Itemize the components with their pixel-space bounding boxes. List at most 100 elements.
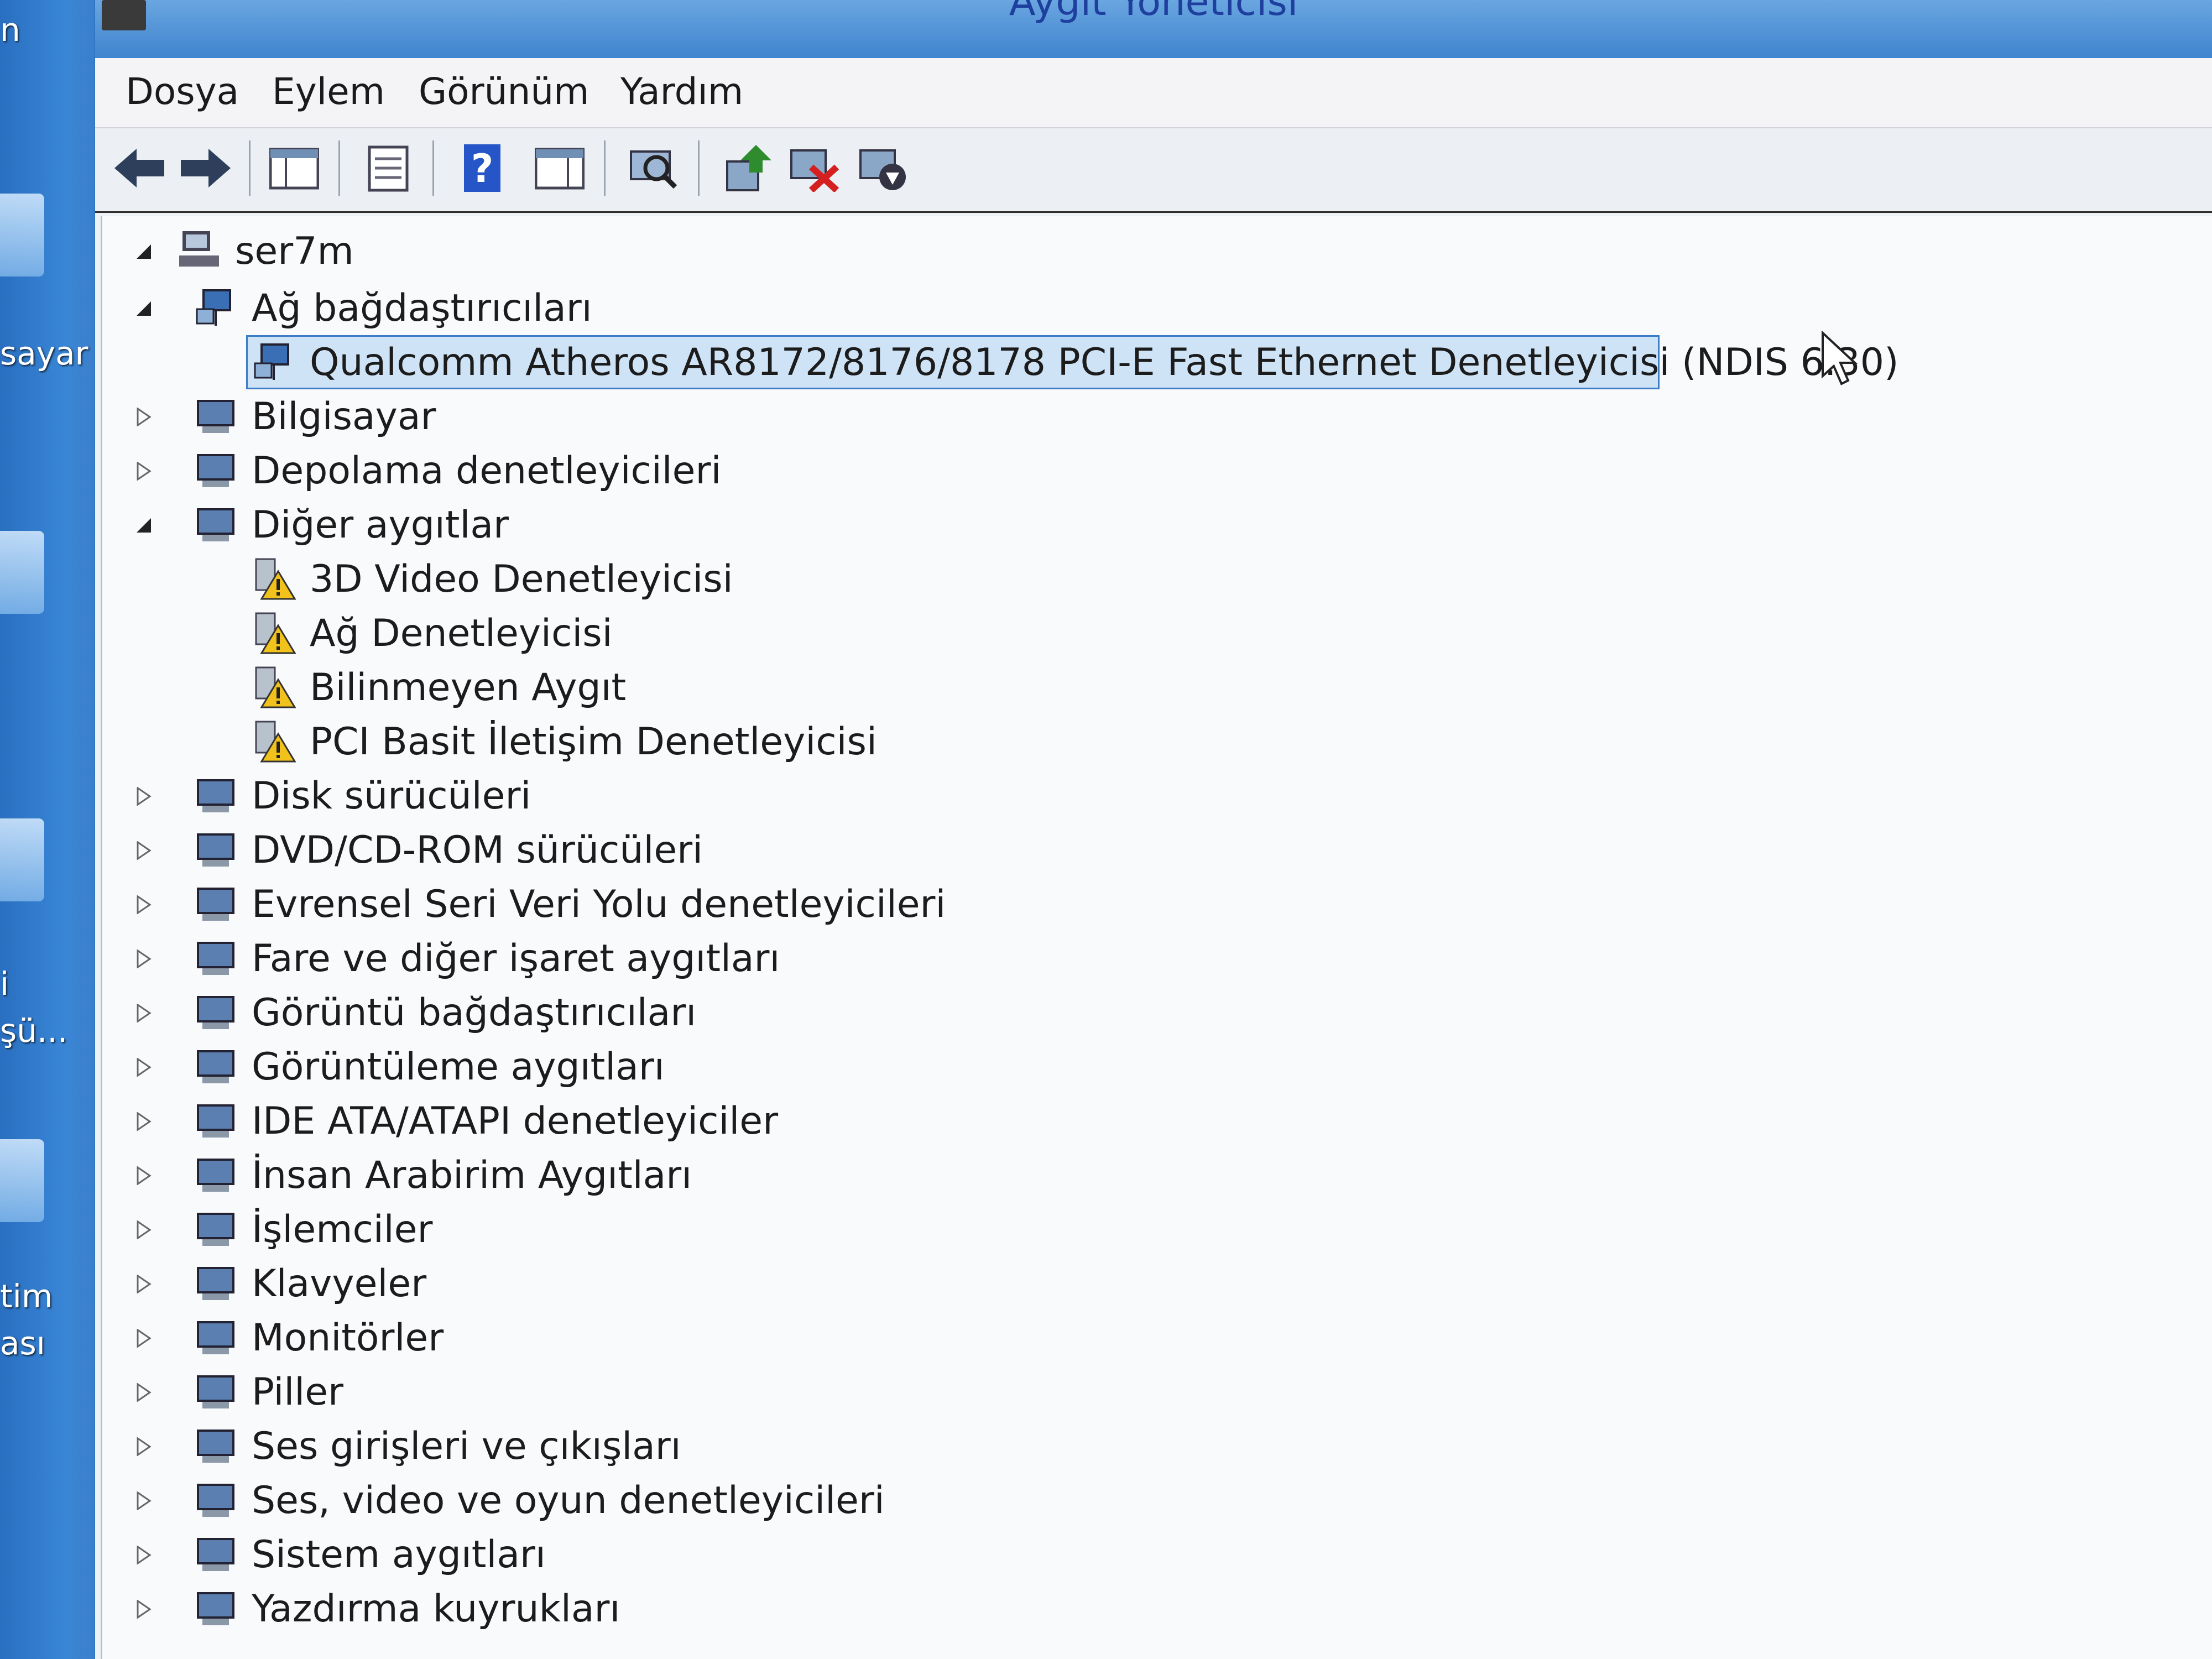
desktop-label-5[interactable]: tim: [0, 1277, 53, 1315]
warning-device-icon: [252, 610, 296, 654]
properties-icon[interactable]: [361, 140, 416, 196]
toolbar: ?: [95, 128, 2212, 213]
menu-yardim[interactable]: Yardım: [620, 70, 743, 113]
tree-node-label[interactable]: Evrensel Seri Veri Yolu denetleyicileri: [252, 883, 946, 926]
keyboard-icon: [194, 1260, 238, 1305]
tree-node-label[interactable]: İnsan Arabirim Aygıtları: [252, 1154, 692, 1197]
expand-arrow-icon[interactable]: [133, 460, 155, 482]
update-driver-icon[interactable]: [720, 140, 775, 196]
expand-arrow-icon[interactable]: [133, 1165, 155, 1187]
usb-icon: [194, 881, 238, 925]
tree-node-label[interactable]: Sistem aygıtları: [252, 1533, 546, 1577]
dvd-drive-icon: [194, 827, 238, 871]
tree-node-label[interactable]: Fare ve diğer işaret aygıtları: [252, 937, 780, 980]
toolbar-separator: [698, 140, 700, 196]
expand-arrow-icon[interactable]: [133, 1544, 155, 1566]
expand-arrow-icon[interactable]: [133, 1381, 155, 1404]
hid-icon: [194, 1152, 238, 1196]
selected-device-label[interactable]: Qualcomm Atheros AR8172/8176/8178 PCI-E …: [310, 341, 1899, 384]
computer-icon: [194, 393, 238, 437]
tree-node-label[interactable]: Disk sürücüleri: [252, 774, 531, 818]
desktop-network-icon[interactable]: [0, 531, 44, 614]
expand-arrow-icon[interactable]: [133, 1436, 155, 1458]
tree-node-label[interactable]: Görüntüleme aygıtları: [252, 1045, 665, 1089]
uninstall-device-icon[interactable]: [786, 140, 842, 196]
expand-arrow-icon[interactable]: [133, 1327, 155, 1349]
tree-node-label[interactable]: Diğer aygıtlar: [252, 503, 509, 547]
forward-icon[interactable]: [178, 140, 233, 196]
tree-node-label[interactable]: İşlemciler: [252, 1208, 432, 1251]
toolbar-separator: [604, 140, 606, 196]
speaker-icon: [194, 1423, 238, 1467]
toolbar-separator: [249, 140, 251, 196]
tree-node-label[interactable]: Ağ Denetleyicisi: [310, 612, 613, 655]
expand-arrow-icon[interactable]: [133, 948, 155, 970]
expand-arrow-icon[interactable]: [133, 1490, 155, 1512]
mouse-icon: [194, 935, 238, 979]
desktop-label-2[interactable]: sayar: [0, 335, 88, 372]
desktop-label-1[interactable]: n: [0, 11, 20, 49]
device-tree: ser7m Ağ bağdaştırıcıları Qualcomm Athero…: [101, 216, 2212, 1659]
collapse-arrow-icon[interactable]: [133, 298, 155, 320]
tree-node-label[interactable]: Klavyeler: [252, 1262, 426, 1306]
display-adapter-icon: [194, 989, 238, 1034]
tree-node-label[interactable]: Piller: [252, 1370, 343, 1414]
warning-device-icon: [252, 664, 296, 708]
menu-gorunum[interactable]: Görünüm: [419, 70, 589, 113]
desktop-label-3[interactable]: i: [0, 965, 9, 1003]
window-title: Aygıt Yöneticisi: [1009, 0, 1298, 24]
show-hide-action-pane-icon[interactable]: [532, 140, 587, 196]
tree-node-label[interactable]: Ses, video ve oyun denetleyicileri: [252, 1479, 885, 1522]
tree-node-label[interactable]: IDE ATA/ATAPI denetleyiciler: [252, 1099, 778, 1143]
expand-arrow-icon[interactable]: [133, 894, 155, 916]
expand-arrow-icon[interactable]: [133, 785, 155, 807]
tree-node-label[interactable]: Ses girişleri ve çıkışları: [252, 1425, 681, 1468]
expand-arrow-icon[interactable]: [133, 1273, 155, 1295]
scan-hardware-icon[interactable]: [626, 140, 681, 196]
back-icon[interactable]: [112, 140, 167, 196]
svg-text:?: ?: [471, 146, 494, 191]
menu-eylem[interactable]: Eylem: [272, 70, 385, 113]
storage-controller-icon: [194, 447, 238, 492]
monitor-icon: [194, 1314, 238, 1359]
tree-node-label[interactable]: Ağ bağdaştırıcıları: [252, 286, 592, 330]
desktop-recycle-bin-icon[interactable]: [0, 818, 44, 901]
expand-arrow-icon[interactable]: [133, 1219, 155, 1241]
imaging-device-icon: [194, 1044, 238, 1088]
tree-root-label[interactable]: ser7m: [235, 229, 354, 273]
show-hide-console-tree-icon[interactable]: [267, 140, 322, 196]
ide-controller-icon: [194, 1098, 238, 1142]
tree-node-label[interactable]: Bilgisayar: [252, 395, 436, 439]
desktop-computer-icon[interactable]: [0, 194, 44, 276]
title-bar[interactable]: Aygıt Yöneticisi: [95, 0, 2212, 58]
disable-device-icon[interactable]: [855, 140, 911, 196]
desktop-control-panel-icon[interactable]: [0, 1139, 44, 1222]
expand-arrow-icon[interactable]: [133, 1110, 155, 1133]
printer-icon: [194, 1585, 238, 1630]
expand-arrow-icon[interactable]: [133, 839, 155, 862]
desktop-label-6[interactable]: ası: [0, 1324, 45, 1362]
expand-arrow-icon[interactable]: [133, 406, 155, 428]
expand-arrow-icon[interactable]: [133, 1056, 155, 1078]
tree-node-label[interactable]: 3D Video Denetleyicisi: [310, 557, 733, 601]
desktop-label-4[interactable]: şü...: [0, 1012, 67, 1050]
collapse-root-icon[interactable]: [133, 241, 155, 263]
tree-node-label[interactable]: PCI Basit İletişim Denetleyicisi: [310, 720, 877, 764]
mouse-cursor-icon: [1820, 330, 1859, 386]
menu-dosya[interactable]: Dosya: [126, 70, 239, 113]
tree-node-label[interactable]: Görüntü bağdaştırıcıları: [252, 991, 696, 1035]
expand-arrow-icon[interactable]: [133, 1002, 155, 1024]
warning-device-icon: [252, 718, 296, 763]
tree-node-label[interactable]: DVD/CD-ROM sürücüleri: [252, 828, 703, 872]
battery-icon: [194, 1369, 238, 1413]
tree-node-label[interactable]: Depolama denetleyicileri: [252, 449, 721, 493]
network-adapter-icon: [194, 285, 238, 329]
collapse-arrow-icon[interactable]: [133, 514, 155, 536]
tree-node-label[interactable]: Yazdırma kuyrukları: [252, 1587, 620, 1631]
menu-bar: Dosya Eylem Görünüm Yardım: [95, 58, 2212, 128]
help-icon[interactable]: ?: [455, 140, 510, 196]
expand-arrow-icon[interactable]: [133, 1598, 155, 1620]
tree-node-label[interactable]: Bilinmeyen Aygıt: [310, 666, 626, 709]
tree-node-label[interactable]: Monitörler: [252, 1316, 444, 1360]
system-device-icon: [194, 1531, 238, 1575]
